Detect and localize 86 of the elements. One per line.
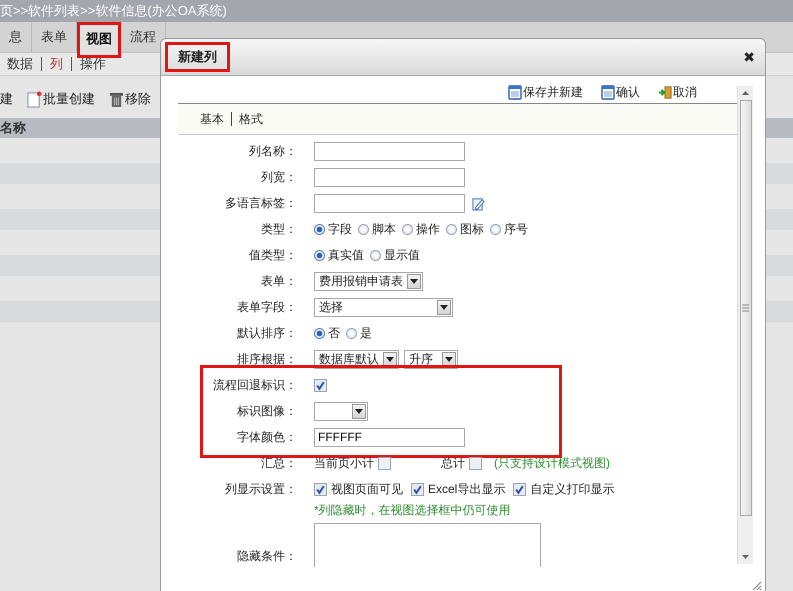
option-label: 脚本 xyxy=(372,220,396,238)
sub-tab[interactable]: 数据 xyxy=(7,57,41,71)
option-label: 总计 xyxy=(441,454,465,472)
tab[interactable]: 格式 xyxy=(231,112,270,126)
radio-button[interactable] xyxy=(314,224,325,234)
option-label: 序号 xyxy=(504,220,528,238)
toolbar-button[interactable]: 批量创建 xyxy=(27,90,95,108)
dropdown[interactable]: 选择 xyxy=(314,298,453,316)
input-field[interactable] xyxy=(314,142,465,160)
option-label: Excel导出显示 xyxy=(428,480,506,498)
resize-grip-icon[interactable] xyxy=(750,579,762,591)
dialog-title: 新建列 xyxy=(165,42,230,72)
option-label: 当前页小计 xyxy=(314,454,374,472)
caret-icon xyxy=(355,408,363,414)
input-field[interactable]: FFFFFF xyxy=(314,428,465,446)
dropdown[interactable]: 数据库默认 xyxy=(314,350,399,368)
toolbar-button[interactable]: 建 xyxy=(0,90,13,108)
checkbox[interactable] xyxy=(314,378,327,392)
field-label: 流程回退标识： xyxy=(212,376,297,394)
tab[interactable]: 息 xyxy=(0,22,32,52)
option-label: 操作 xyxy=(416,220,440,238)
trash-icon xyxy=(109,90,124,108)
option-label: 图标 xyxy=(460,220,484,238)
action-button[interactable]: 确认 xyxy=(601,82,640,103)
tab[interactable]: 基本 xyxy=(200,112,231,126)
field-label: 排序根据： xyxy=(236,350,297,368)
field-label: 默认排序： xyxy=(236,324,297,342)
option-label: 视图页面可见 xyxy=(331,480,403,498)
caret-icon xyxy=(445,356,453,362)
dropdown[interactable]: 升序 xyxy=(404,350,458,368)
door-icon xyxy=(658,85,672,100)
input-field[interactable] xyxy=(314,194,465,212)
option-label: 自定义打印显示 xyxy=(530,480,614,498)
checkbox[interactable] xyxy=(314,482,327,496)
option-label: 是 xyxy=(360,324,372,342)
field-label: 表单： xyxy=(260,272,297,290)
hint-text: *列隐藏时，在视图选择框中仍可使用 xyxy=(314,502,511,518)
option-label: 字段 xyxy=(328,220,352,238)
action-button[interactable]: 保存并新建 xyxy=(508,82,583,103)
radio-button[interactable] xyxy=(402,224,413,234)
field-label: 列名称： xyxy=(248,142,297,160)
radio-button[interactable] xyxy=(314,328,325,338)
field-label: 类型： xyxy=(260,220,297,238)
caret-icon xyxy=(440,304,448,310)
radio-button[interactable] xyxy=(358,224,369,234)
toolbar-button[interactable]: 移除 xyxy=(109,90,151,108)
new-page-icon xyxy=(27,90,42,108)
input-field[interactable] xyxy=(314,168,465,186)
radio-button[interactable] xyxy=(446,224,457,234)
field-label: 标识图像： xyxy=(236,402,297,420)
checkbox[interactable] xyxy=(469,456,482,470)
close-button[interactable]: ✖ xyxy=(743,48,755,66)
field-label: 表单字段： xyxy=(236,298,297,316)
document-icon xyxy=(508,85,522,100)
radio-button[interactable] xyxy=(346,328,357,338)
column-header: 名称 xyxy=(0,119,26,137)
checkbox[interactable] xyxy=(411,482,424,496)
sub-tab[interactable]: 列 xyxy=(41,57,71,71)
checkbox[interactable] xyxy=(378,456,391,470)
dropdown[interactable] xyxy=(314,402,368,420)
scrollbar[interactable] xyxy=(737,86,753,564)
radio-button[interactable] xyxy=(314,250,325,260)
grip-icon xyxy=(741,304,750,312)
field-label: 值类型： xyxy=(248,246,297,264)
radio-button[interactable] xyxy=(370,250,381,260)
field-label: 隐藏条件： xyxy=(236,548,297,565)
option-label: 真实值 xyxy=(328,246,364,264)
action-button[interactable]: 取消 xyxy=(658,82,697,103)
field-label: 多语言标签： xyxy=(224,194,297,212)
caret-icon xyxy=(386,356,394,362)
breadcrumb: 页>>软件列表>>软件信息(办公OA系统) xyxy=(0,0,793,22)
radio-button[interactable] xyxy=(490,224,501,234)
field-label: 列显示设置： xyxy=(224,480,297,498)
checkbox[interactable] xyxy=(513,482,526,496)
sub-tab[interactable]: 操作 xyxy=(71,57,114,71)
edit-icon[interactable] xyxy=(472,196,485,210)
tab[interactable]: 视图 xyxy=(77,22,121,58)
document-icon xyxy=(601,85,615,100)
field-label: 字体颜色： xyxy=(236,428,297,446)
hint-text: (只支持设计模式视图) xyxy=(494,454,610,472)
dropdown[interactable]: 费用报销申请表 xyxy=(314,272,423,290)
option-label: 显示值 xyxy=(384,246,420,264)
caret-icon xyxy=(410,278,418,284)
field-label: 汇总： xyxy=(260,454,297,472)
field-label: 列宽： xyxy=(260,168,297,186)
option-label: 否 xyxy=(328,324,340,342)
